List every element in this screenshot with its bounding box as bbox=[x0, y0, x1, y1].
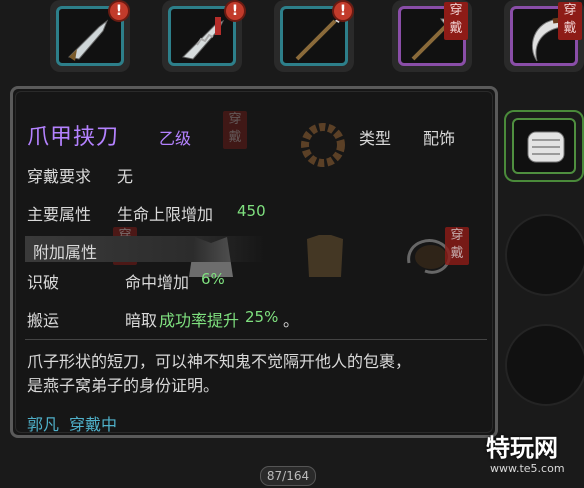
alert-badge: ! bbox=[110, 2, 128, 20]
equipped-tag: 穿戴 bbox=[558, 2, 582, 40]
empty-slot[interactable] bbox=[505, 324, 584, 406]
watermark-brand: 特玩网 bbox=[486, 434, 558, 462]
equip-slot-1[interactable]: ! bbox=[50, 0, 130, 72]
armor-vest-icon bbox=[307, 235, 343, 277]
bandaged-fist-icon bbox=[527, 131, 565, 163]
bg-equipped-tag: 穿戴 bbox=[445, 227, 469, 265]
wear-requirement-value: 无 bbox=[117, 167, 134, 186]
extra-attr-2-highlight: 成功率提升 bbox=[159, 311, 240, 330]
item-name: 爪甲挟刀 bbox=[27, 125, 120, 150]
equipped-tag: 穿戴 bbox=[444, 2, 468, 40]
type-value: 配饰 bbox=[423, 129, 456, 148]
main-attribute-label: 主要属性 bbox=[27, 205, 92, 224]
extra-attr-2-suffix: 。 bbox=[283, 311, 300, 330]
extra-attr-2-value: 25% bbox=[245, 308, 279, 326]
inventory-counter: 87/164 bbox=[260, 466, 316, 486]
item-tooltip-panel: 爪甲挟刀 乙级 穿戴 穿戴 穿戴 类型 配饰 穿戴要求 无 主要属性 生命上限增… bbox=[10, 86, 498, 438]
main-attribute-text: 生命上限增加 bbox=[117, 205, 214, 224]
prayer-beads-icon bbox=[301, 123, 345, 167]
extra-attr-1-text: 命中增加 bbox=[125, 273, 190, 292]
owner-name: 郭凡 bbox=[27, 415, 60, 434]
watermark-url: www.te5.com bbox=[490, 462, 565, 475]
description-line-1: 爪子形状的短刀，可以神不知鬼不觉隔开他人的包裹， bbox=[27, 352, 412, 371]
extra-attr-2-label: 搬运 bbox=[27, 311, 60, 330]
equip-slot-3[interactable]: ! bbox=[274, 0, 354, 72]
extra-attr-2-prefix: 暗取 bbox=[125, 311, 158, 330]
bg-equipped-tag: 穿戴 bbox=[223, 111, 247, 149]
extra-attribute-label: 附加属性 bbox=[33, 243, 98, 262]
type-label: 类型 bbox=[359, 129, 392, 148]
description-line-2: 是燕子窝弟子的身份证明。 bbox=[27, 376, 220, 395]
extra-attr-1-value: 6% bbox=[201, 270, 225, 288]
extra-attr-1-label: 识破 bbox=[27, 273, 60, 292]
wear-requirement-label: 穿戴要求 bbox=[27, 167, 92, 186]
slot-frame bbox=[168, 6, 236, 66]
main-attribute-value: 450 bbox=[237, 202, 266, 220]
owner-status: 穿戴中 bbox=[69, 415, 118, 434]
empty-slot[interactable] bbox=[505, 214, 584, 296]
alert-badge: ! bbox=[334, 2, 352, 20]
equip-slot-5[interactable]: 穿戴 bbox=[504, 0, 584, 72]
equip-slot-4[interactable]: 穿戴 bbox=[392, 0, 472, 72]
alert-badge: ! bbox=[226, 2, 244, 20]
section-divider bbox=[25, 339, 487, 340]
item-rank: 乙级 bbox=[159, 129, 192, 148]
slot-frame bbox=[512, 118, 576, 174]
equip-slot-selected[interactable] bbox=[504, 110, 584, 182]
equip-slot-2[interactable]: ! bbox=[162, 0, 244, 72]
